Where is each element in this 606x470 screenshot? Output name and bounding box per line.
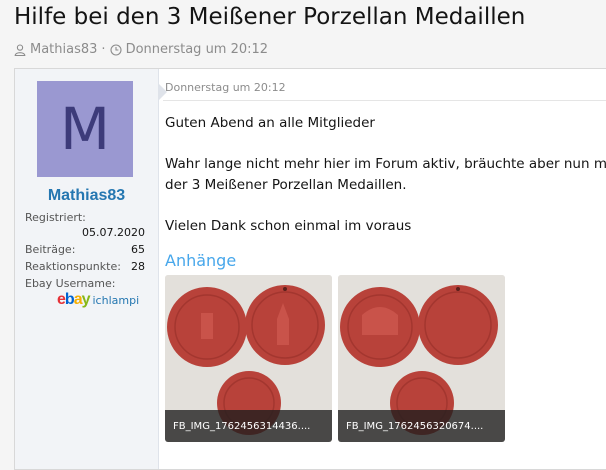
user-icon bbox=[14, 43, 26, 56]
ebay-username[interactable]: ichlampi bbox=[93, 294, 140, 307]
meta-separator: · bbox=[101, 42, 106, 57]
avatar[interactable]: M bbox=[37, 81, 133, 177]
reactions-value: 28 bbox=[131, 260, 145, 273]
attachment-1[interactable]: FB_IMG_1762456314436.... bbox=[165, 275, 332, 442]
thread-date-link[interactable]: Donnerstag um 20:12 bbox=[126, 42, 269, 57]
username-link[interactable]: Mathias83 bbox=[15, 187, 158, 205]
ebay-username-row[interactable]: ebay ichlampi bbox=[57, 291, 139, 309]
thread-meta: Mathias83 · Donnerstag um 20:12 bbox=[14, 42, 268, 57]
attachment-2[interactable]: FB_IMG_1762456320674.... bbox=[338, 275, 505, 442]
registered-value: 05.07.2020 bbox=[82, 226, 145, 239]
registered-label: Registriert: bbox=[25, 211, 86, 224]
ebay-logo: ebay bbox=[57, 291, 90, 308]
attachment-filename: FB_IMG_1762456320674.... bbox=[338, 410, 505, 442]
ebay-label: Ebay Username: bbox=[25, 277, 116, 290]
posts-label: Beiträge: bbox=[25, 243, 76, 256]
post-body: Guten Abend an alle Mitglieder Wahr lang… bbox=[165, 113, 606, 237]
posts-value: 65 bbox=[131, 243, 145, 256]
thread-title: Hilfe bei den 3 Meißener Porzellan Medai… bbox=[14, 4, 526, 30]
post-line: Wahr lange nicht mehr hier im Forum akti… bbox=[165, 156, 606, 172]
post-line: der 3 Meißener Porzellan Medaillen. bbox=[165, 177, 407, 193]
attachments-title: Anhänge bbox=[165, 251, 237, 270]
attachment-filename: FB_IMG_1762456314436.... bbox=[165, 410, 332, 442]
reactions-label: Reaktionspunkte: bbox=[25, 260, 121, 273]
divider bbox=[163, 100, 606, 101]
post-date-link[interactable]: Donnerstag um 20:12 bbox=[165, 81, 286, 94]
clock-icon bbox=[110, 43, 122, 56]
thread-author-link[interactable]: Mathias83 bbox=[30, 42, 97, 57]
post-line: Guten Abend an alle Mitglieder bbox=[165, 115, 375, 131]
post: M Mathias83 Registriert: 05.07.2020 Beit… bbox=[14, 68, 606, 470]
post-line: Vielen Dank schon einmal im voraus bbox=[165, 218, 412, 234]
user-cell: M Mathias83 Registriert: 05.07.2020 Beit… bbox=[15, 69, 159, 469]
